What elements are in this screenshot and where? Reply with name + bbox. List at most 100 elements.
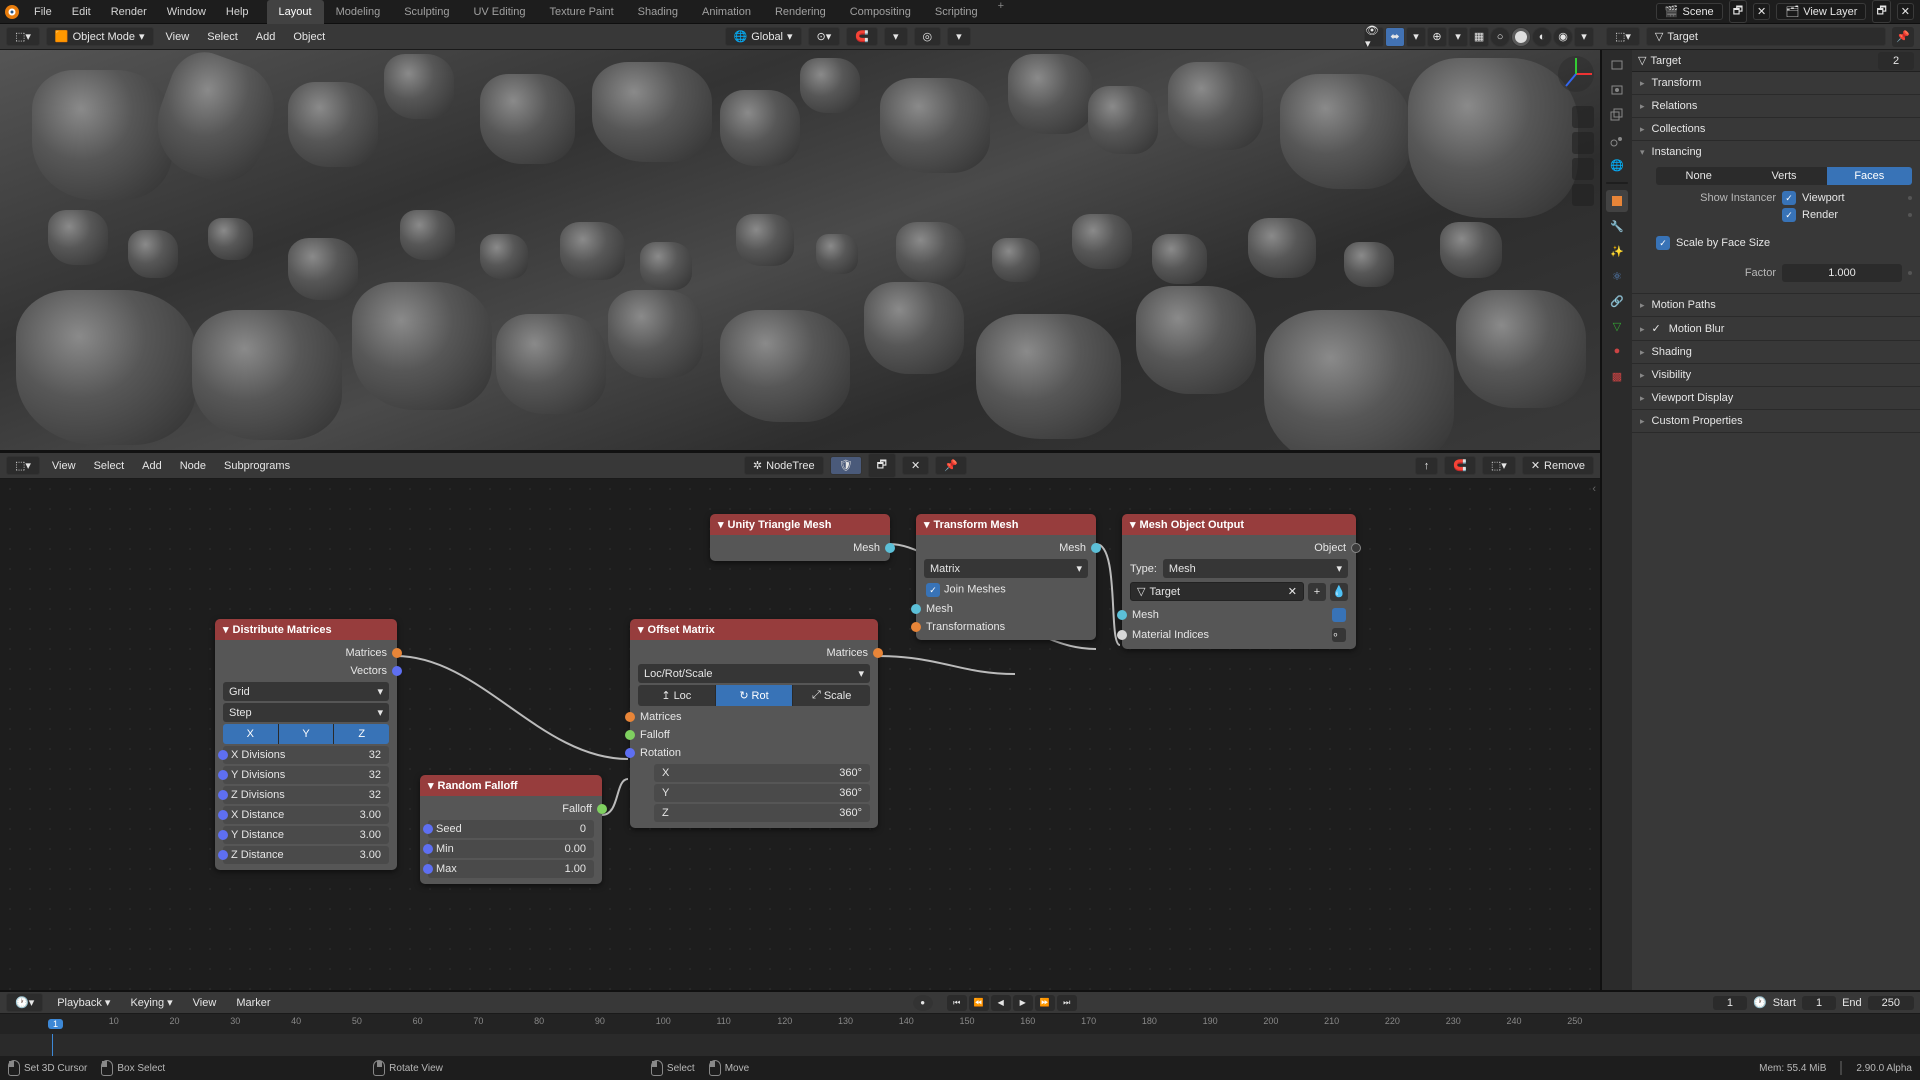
distribute-mode-selector[interactable]: Step▾	[223, 703, 389, 722]
zoom-gizmo-icon[interactable]	[1572, 106, 1594, 128]
node-sidebar-collapse-icon[interactable]: ‹	[1592, 483, 1596, 495]
workspace-tab-rendering[interactable]: Rendering	[763, 0, 838, 24]
axis-gizmo[interactable]	[1556, 54, 1596, 94]
vp-menu-add[interactable]: Add	[250, 31, 282, 43]
tab-render-icon[interactable]	[1606, 54, 1628, 76]
overlays-options-selector[interactable]: ▾	[1448, 27, 1468, 47]
distribute-axis-z[interactable]: Z	[334, 724, 389, 744]
node-offset-matrix-title[interactable]: ▾Offset Matrix	[630, 619, 878, 640]
output-eyedropper-icon[interactable]: 💧	[1330, 583, 1348, 601]
offset-mode-selector[interactable]: Loc/Rot/Scale▾	[638, 664, 870, 683]
offset-scale-button[interactable]: ⤢Scale	[793, 685, 870, 706]
3d-viewport[interactable]	[0, 50, 1600, 450]
tab-particles-icon[interactable]: ✨	[1606, 240, 1628, 262]
sec-shading[interactable]: Shading	[1632, 341, 1920, 363]
autokey-toggle-icon[interactable]: ●	[913, 995, 933, 1011]
tab-output-icon[interactable]	[1606, 79, 1628, 101]
tab-world-icon[interactable]: 🌐	[1606, 154, 1628, 176]
current-frame-field[interactable]: 1	[1713, 996, 1747, 1010]
sec-transform[interactable]: Transform	[1632, 72, 1920, 94]
viewlayer-delete-icon[interactable]: ✕	[1897, 3, 1914, 20]
vp-menu-object[interactable]: Object	[287, 31, 331, 43]
output-out-object[interactable]: Object	[1122, 539, 1356, 557]
distribute-axis-x[interactable]: X	[223, 724, 279, 744]
sec-visibility[interactable]: Visibility	[1632, 364, 1920, 386]
workspace-tab-scripting[interactable]: Scripting	[923, 0, 990, 24]
ne-menu-add[interactable]: Add	[136, 460, 168, 472]
viewlayer-new-icon[interactable]: 🗗	[1872, 0, 1890, 23]
offset-out-matrices[interactable]: Matrices	[630, 644, 878, 662]
play-reverse-icon[interactable]: ◀	[991, 995, 1011, 1011]
camera-gizmo-icon[interactable]	[1572, 158, 1594, 180]
offset-in-rotation[interactable]: Rotation	[630, 744, 878, 762]
menu-help[interactable]: Help	[216, 0, 259, 24]
scene-delete-icon[interactable]: ✕	[1753, 3, 1770, 20]
node-transform-mesh-title[interactable]: ▾Transform Mesh	[916, 514, 1096, 535]
jump-end-icon[interactable]: ⏭	[1057, 995, 1077, 1011]
crumb-object[interactable]: Target	[1650, 55, 1681, 67]
distribute-x-divisions[interactable]: X Divisions32	[223, 746, 389, 764]
timeline-ruler[interactable]: 1 10203040506070809010011012013014015016…	[0, 1014, 1920, 1034]
scene-new-icon[interactable]: 🗗	[1729, 0, 1747, 23]
transform-out-mesh[interactable]: Mesh	[916, 539, 1096, 557]
pin-nodetree-icon[interactable]: 📌	[935, 456, 967, 475]
ne-menu-view[interactable]: View	[46, 460, 82, 472]
mode-selector[interactable]: 🟧Object Mode▾	[46, 27, 154, 46]
transform-in-mesh[interactable]: Mesh	[916, 600, 1096, 618]
workspace-tab-uv[interactable]: UV Editing	[461, 0, 537, 24]
go-parent-icon[interactable]: ↑	[1415, 457, 1439, 475]
gizmo-toggle-icon[interactable]: ⬌	[1385, 27, 1405, 47]
output-add-icon[interactable]: +	[1308, 583, 1326, 601]
sec-collections[interactable]: Collections	[1632, 118, 1920, 140]
pan-gizmo-icon[interactable]	[1572, 132, 1594, 154]
jump-start-icon[interactable]: ⏮	[947, 995, 967, 1011]
editor-type-nodeeditor-icon[interactable]: ⬚▾	[6, 456, 40, 475]
workspace-tab-compositing[interactable]: Compositing	[838, 0, 923, 24]
orientation-selector[interactable]: 🌐Global▾	[725, 27, 802, 46]
shading-options-selector[interactable]: ▾	[1574, 27, 1594, 47]
vp-menu-view[interactable]: View	[160, 31, 196, 43]
sec-motion-blur[interactable]: ✓Motion Blur	[1632, 317, 1920, 340]
distribute-x-distance[interactable]: X Distance3.00	[223, 806, 389, 824]
show-instancer-viewport-checkbox[interactable]: ✓	[1782, 191, 1796, 205]
workspace-tab-modeling[interactable]: Modeling	[324, 0, 393, 24]
workspace-tab-layout[interactable]: Layout	[267, 0, 324, 24]
nodetree-unlink-icon[interactable]: ✕	[902, 456, 929, 475]
distribute-out-matrices[interactable]: Matrices	[215, 644, 397, 662]
output-in-material-indices[interactable]: Material Indices∘	[1122, 625, 1356, 645]
editor-type-properties-icon[interactable]: ⬚▾	[1606, 27, 1640, 46]
offset-in-matrices[interactable]: Matrices	[630, 708, 878, 726]
pin-icon[interactable]: 📌	[1892, 27, 1914, 47]
shield-icon[interactable]: 🛡	[830, 456, 862, 475]
xray-toggle-icon[interactable]: ▦	[1469, 27, 1489, 47]
offset-in-falloff[interactable]: Falloff	[630, 726, 878, 744]
instancing-verts[interactable]: Verts	[1741, 167, 1826, 185]
sec-relations[interactable]: Relations	[1632, 95, 1920, 117]
menu-window[interactable]: Window	[157, 0, 216, 24]
offset-loc-button[interactable]: ↥Loc	[638, 685, 716, 706]
viewlayer-selector[interactable]: 🗂View Layer	[1776, 3, 1866, 20]
distribute-z-distance[interactable]: Z Distance3.00	[223, 846, 389, 864]
proportional-falloff-selector[interactable]: ▾	[947, 27, 971, 46]
show-instancer-render-checkbox[interactable]: ✓	[1782, 208, 1796, 222]
node-unity-triangle-title[interactable]: ▾Unity Triangle Mesh	[710, 514, 890, 535]
tab-physics-icon[interactable]: ⚛	[1606, 265, 1628, 287]
shading-wireframe-icon[interactable]: ○	[1490, 27, 1510, 47]
ne-menu-subprograms[interactable]: Subprograms	[218, 460, 296, 472]
tab-object-icon[interactable]	[1606, 190, 1628, 212]
node-mesh-output-title[interactable]: ▾Mesh Object Output	[1122, 514, 1356, 535]
output-type-selector[interactable]: Mesh▾	[1163, 559, 1348, 578]
sec-motion-paths[interactable]: Motion Paths	[1632, 294, 1920, 316]
workspace-tab-shading[interactable]: Shading	[626, 0, 690, 24]
offset-rot-x[interactable]: X360°	[654, 764, 870, 782]
menu-edit[interactable]: Edit	[62, 0, 101, 24]
tab-constraints-icon[interactable]: 🔗	[1606, 290, 1628, 312]
workspace-add-button[interactable]: +	[990, 0, 1012, 24]
offset-rot-y[interactable]: Y360°	[654, 784, 870, 802]
tab-viewlayer-icon[interactable]	[1606, 104, 1628, 126]
distribute-out-vectors[interactable]: Vectors	[215, 662, 397, 680]
tl-menu-playback[interactable]: Playback ▾	[51, 996, 116, 1009]
vp-menu-select[interactable]: Select	[201, 31, 244, 43]
scale-by-face-checkbox[interactable]: ✓	[1656, 236, 1670, 250]
tl-menu-view[interactable]: View	[187, 997, 223, 1009]
